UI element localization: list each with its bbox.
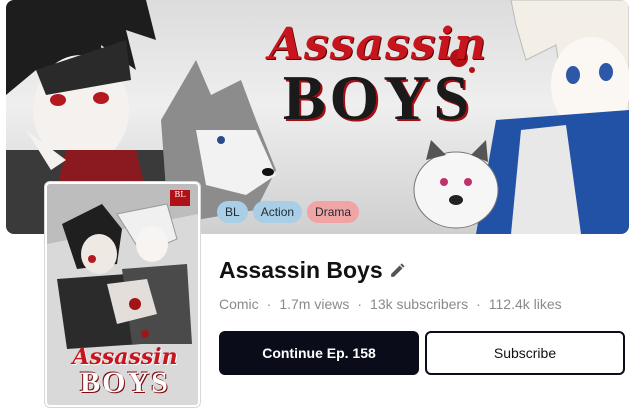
banner-title-block: BOYS xyxy=(282,62,474,133)
tag-drama[interactable]: Drama xyxy=(307,201,360,223)
cover-badge: BL xyxy=(170,190,190,206)
tag-action[interactable]: Action xyxy=(252,201,303,223)
meta-type: Comic xyxy=(219,296,259,312)
series-title-row: Assassin Boys xyxy=(219,257,406,284)
cover-title-block: BOYS xyxy=(80,366,170,399)
continue-episode-button[interactable]: Continue Ep. 158 xyxy=(219,331,419,375)
meta-separator: · xyxy=(266,296,272,312)
meta-subscribers: 13k subscribers xyxy=(370,296,469,312)
meta-separator: · xyxy=(476,296,481,312)
genre-tags: BL Action Drama xyxy=(217,201,360,223)
meta-likes: 112.4k likes xyxy=(488,296,562,312)
meta-separator: · xyxy=(357,296,363,312)
series-cover: BL Assassin BOYS xyxy=(45,182,200,407)
meta-views: 1.7m views xyxy=(279,296,350,312)
subscribe-button[interactable]: Subscribe xyxy=(425,331,625,375)
series-title: Assassin Boys xyxy=(219,257,383,283)
tag-bl[interactable]: BL xyxy=(217,201,248,223)
banner-title-logo: Assassin BOYS xyxy=(268,22,488,133)
pencil-icon[interactable] xyxy=(389,262,406,279)
series-meta: Comic · 1.7m views · 13k subscribers · 1… xyxy=(219,296,562,312)
